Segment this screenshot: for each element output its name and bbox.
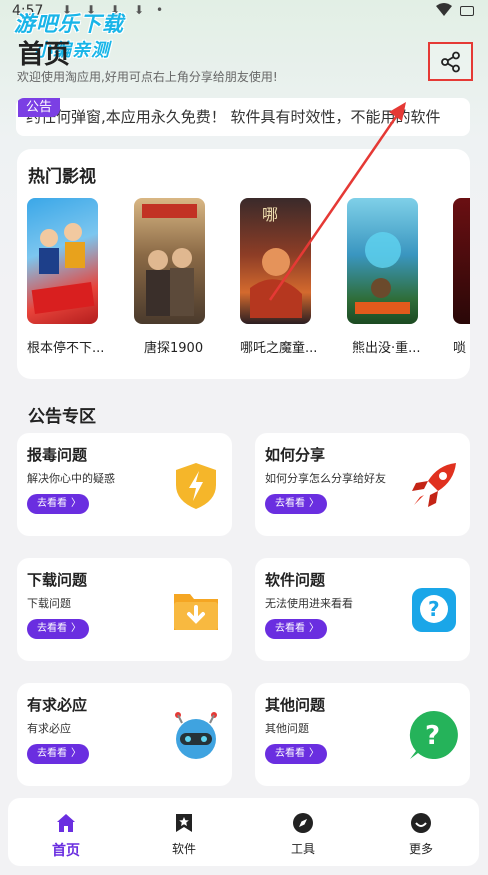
home-icon — [57, 814, 75, 832]
notice-bar[interactable]: 约任何弹窗,本应用永久免费！ 软件具有时效性，不能用的软件 公告 — [16, 98, 470, 136]
card-title: 下载问题 — [27, 571, 88, 589]
notice-tag: 公告 — [18, 98, 61, 117]
movie-title: 唐探1900 — [144, 341, 204, 356]
help-bubble-icon: ? — [409, 710, 458, 759]
movie-poster[interactable]: 哪 — [240, 198, 311, 324]
wifi-icon — [436, 3, 452, 16]
announcement-card[interactable]: 有求必应 有求必应 去看看〉 — [17, 683, 232, 786]
poster-art — [31, 223, 95, 315]
poster-art — [355, 232, 410, 314]
movie-poster[interactable] — [134, 198, 205, 324]
chevron-right-icon: 〉 — [309, 748, 319, 759]
compass-icon — [293, 813, 313, 833]
nav-home[interactable]: 首页 — [36, 812, 96, 860]
card-title: 报毒问题 — [27, 446, 88, 464]
share-button[interactable] — [428, 42, 473, 81]
shield-lightning-icon — [176, 463, 216, 509]
hot-movies-title: 热门影视 — [28, 167, 96, 187]
hot-movies-card: 热门影视 根本停不下... 唐探1900 哪 哪吒之魔童... 熊出没·重... — [17, 149, 470, 379]
robot-icon — [175, 712, 217, 759]
chevron-right-icon: 〉 — [71, 498, 81, 509]
chevron-right-icon: 〉 — [71, 623, 81, 634]
battery-icon — [460, 6, 474, 16]
card-title: 其他问题 — [265, 696, 326, 714]
announcement-card[interactable]: 其他问题 其他问题 去看看〉 ? — [255, 683, 470, 786]
notice-text: 约任何弹窗,本应用永久免费！ 软件具有时效性，不能用的软件 — [26, 108, 441, 126]
nav-label: 首页 — [52, 843, 80, 859]
card-desc: 解决你心中的疑惑 — [27, 472, 115, 485]
movie-poster[interactable] — [347, 198, 418, 324]
page-subtitle: 欢迎使用淘应用,好用可点右上角分享给朋友使用! — [17, 70, 278, 84]
chevron-right-icon: 〉 — [309, 623, 319, 634]
rocket-icon — [412, 463, 456, 507]
card-desc: 有求必应 — [27, 722, 71, 735]
svg-text:?: ? — [428, 597, 440, 621]
download-folder-icon — [174, 594, 218, 630]
bottom-nav: 首页 软件 工具 更多 — [8, 798, 479, 866]
svg-text:哪: 哪 — [262, 205, 278, 224]
view-button[interactable]: 去看看〉 — [27, 744, 89, 764]
nav-software[interactable]: 软件 — [154, 812, 214, 857]
announcement-card[interactable]: 软件问题 无法使用进来看看 去看看〉 ? — [255, 558, 470, 661]
nav-tools[interactable]: 工具 — [273, 812, 333, 857]
chevron-right-icon: 〉 — [309, 498, 319, 509]
chevron-right-icon: 〉 — [71, 748, 81, 759]
view-button[interactable]: 去看看〉 — [265, 494, 327, 514]
smile-icon — [411, 813, 431, 833]
view-button[interactable]: 去看看〉 — [265, 744, 327, 764]
card-title: 如何分享 — [265, 446, 326, 464]
movie-title: 哪吒之魔童... — [240, 341, 318, 356]
bookmark-star-icon — [176, 814, 192, 832]
view-button[interactable]: 去看看〉 — [27, 494, 89, 514]
poster-art — [142, 204, 197, 316]
card-title: 软件问题 — [265, 571, 326, 589]
movie-title: 根本停不下... — [27, 341, 105, 356]
announcement-card[interactable]: 报毒问题 解决你心中的疑惑 去看看〉 — [17, 433, 232, 536]
page-title: 首页 — [18, 40, 71, 70]
nav-label: 更多 — [408, 842, 433, 856]
nav-label: 软件 — [171, 842, 196, 856]
question-chat-icon: ? — [412, 588, 456, 632]
svg-text:?: ? — [425, 721, 440, 751]
view-button[interactable]: 去看看〉 — [27, 619, 89, 639]
card-desc: 如何分享怎么分享给好友 — [265, 472, 386, 485]
nav-more[interactable]: 更多 — [391, 812, 451, 857]
card-title: 有求必应 — [27, 696, 88, 714]
card-desc: 下载问题 — [27, 597, 71, 610]
movie-title: 熊出没·重... — [352, 341, 421, 356]
view-button[interactable]: 去看看〉 — [265, 619, 327, 639]
card-desc: 无法使用进来看看 — [265, 597, 353, 610]
poster-art: 哪 — [250, 205, 302, 318]
notification-dot-icon: • — [156, 3, 164, 17]
nav-label: 工具 — [290, 842, 315, 856]
movie-title: 唢 — [453, 341, 467, 356]
announcement-card[interactable]: 下载问题 下载问题 去看看〉 — [17, 558, 232, 661]
movie-poster[interactable] — [453, 198, 470, 324]
announcement-card[interactable]: 如何分享 如何分享怎么分享给好友 去看看〉 — [255, 433, 470, 536]
movie-poster[interactable] — [27, 198, 98, 324]
share-icon — [440, 51, 460, 72]
card-desc: 其他问题 — [265, 722, 309, 735]
announcements-title: 公告专区 — [28, 407, 96, 427]
